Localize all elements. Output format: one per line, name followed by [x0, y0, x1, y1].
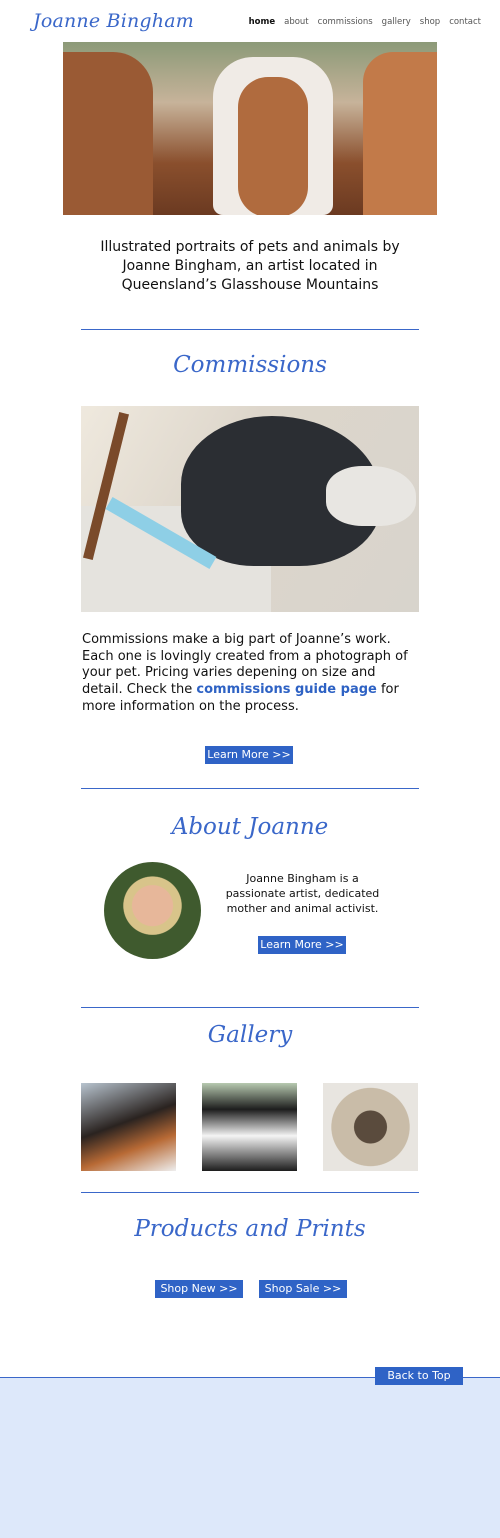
hero-cows-image	[63, 42, 437, 215]
nav-shop[interactable]: shop	[420, 17, 440, 27]
nav-commissions[interactable]: commissions	[318, 17, 373, 27]
nav-contact[interactable]: contact	[449, 17, 481, 27]
divider	[81, 329, 419, 330]
gallery-heading: Gallery	[207, 1022, 293, 1048]
commissions-text: Commissions make a big part of Joanne’s …	[82, 632, 408, 714]
back-to-top-button[interactable]: Back to Top	[375, 1367, 463, 1385]
nav-home[interactable]: home	[249, 17, 276, 27]
divider	[81, 1007, 419, 1008]
products-heading: Products and Prints	[134, 1216, 366, 1242]
gallery-image-boston-terrier[interactable]	[202, 1083, 297, 1171]
divider	[81, 1192, 419, 1193]
intro-text: Illustrated portraits of pets and animal…	[100, 239, 400, 293]
nav-gallery[interactable]: gallery	[382, 17, 411, 27]
main-nav: home about commissions gallery shop cont…	[249, 17, 481, 27]
divider	[81, 788, 419, 789]
shop-new-button[interactable]: Shop New >>	[155, 1280, 243, 1298]
commissions-heading: Commissions	[173, 352, 327, 378]
commissions-guide-link[interactable]: commissions guide page	[196, 682, 376, 697]
commission-dog-image	[81, 406, 419, 612]
nav-about[interactable]: about	[284, 17, 309, 27]
footer	[0, 1377, 500, 1538]
about-text: Joanne Bingham is a passionate artist, d…	[225, 872, 380, 915]
site-logo[interactable]: Joanne Bingham	[33, 10, 194, 32]
about-learn-more-button[interactable]: Learn More >>	[258, 936, 346, 954]
gallery-image-pug[interactable]	[323, 1083, 418, 1171]
gallery-image-bernese[interactable]	[81, 1083, 176, 1171]
joanne-avatar	[104, 862, 201, 959]
shop-sale-button[interactable]: Shop Sale >>	[259, 1280, 347, 1298]
commissions-learn-more-button[interactable]: Learn More >>	[205, 746, 293, 764]
about-heading: About Joanne	[171, 814, 329, 840]
